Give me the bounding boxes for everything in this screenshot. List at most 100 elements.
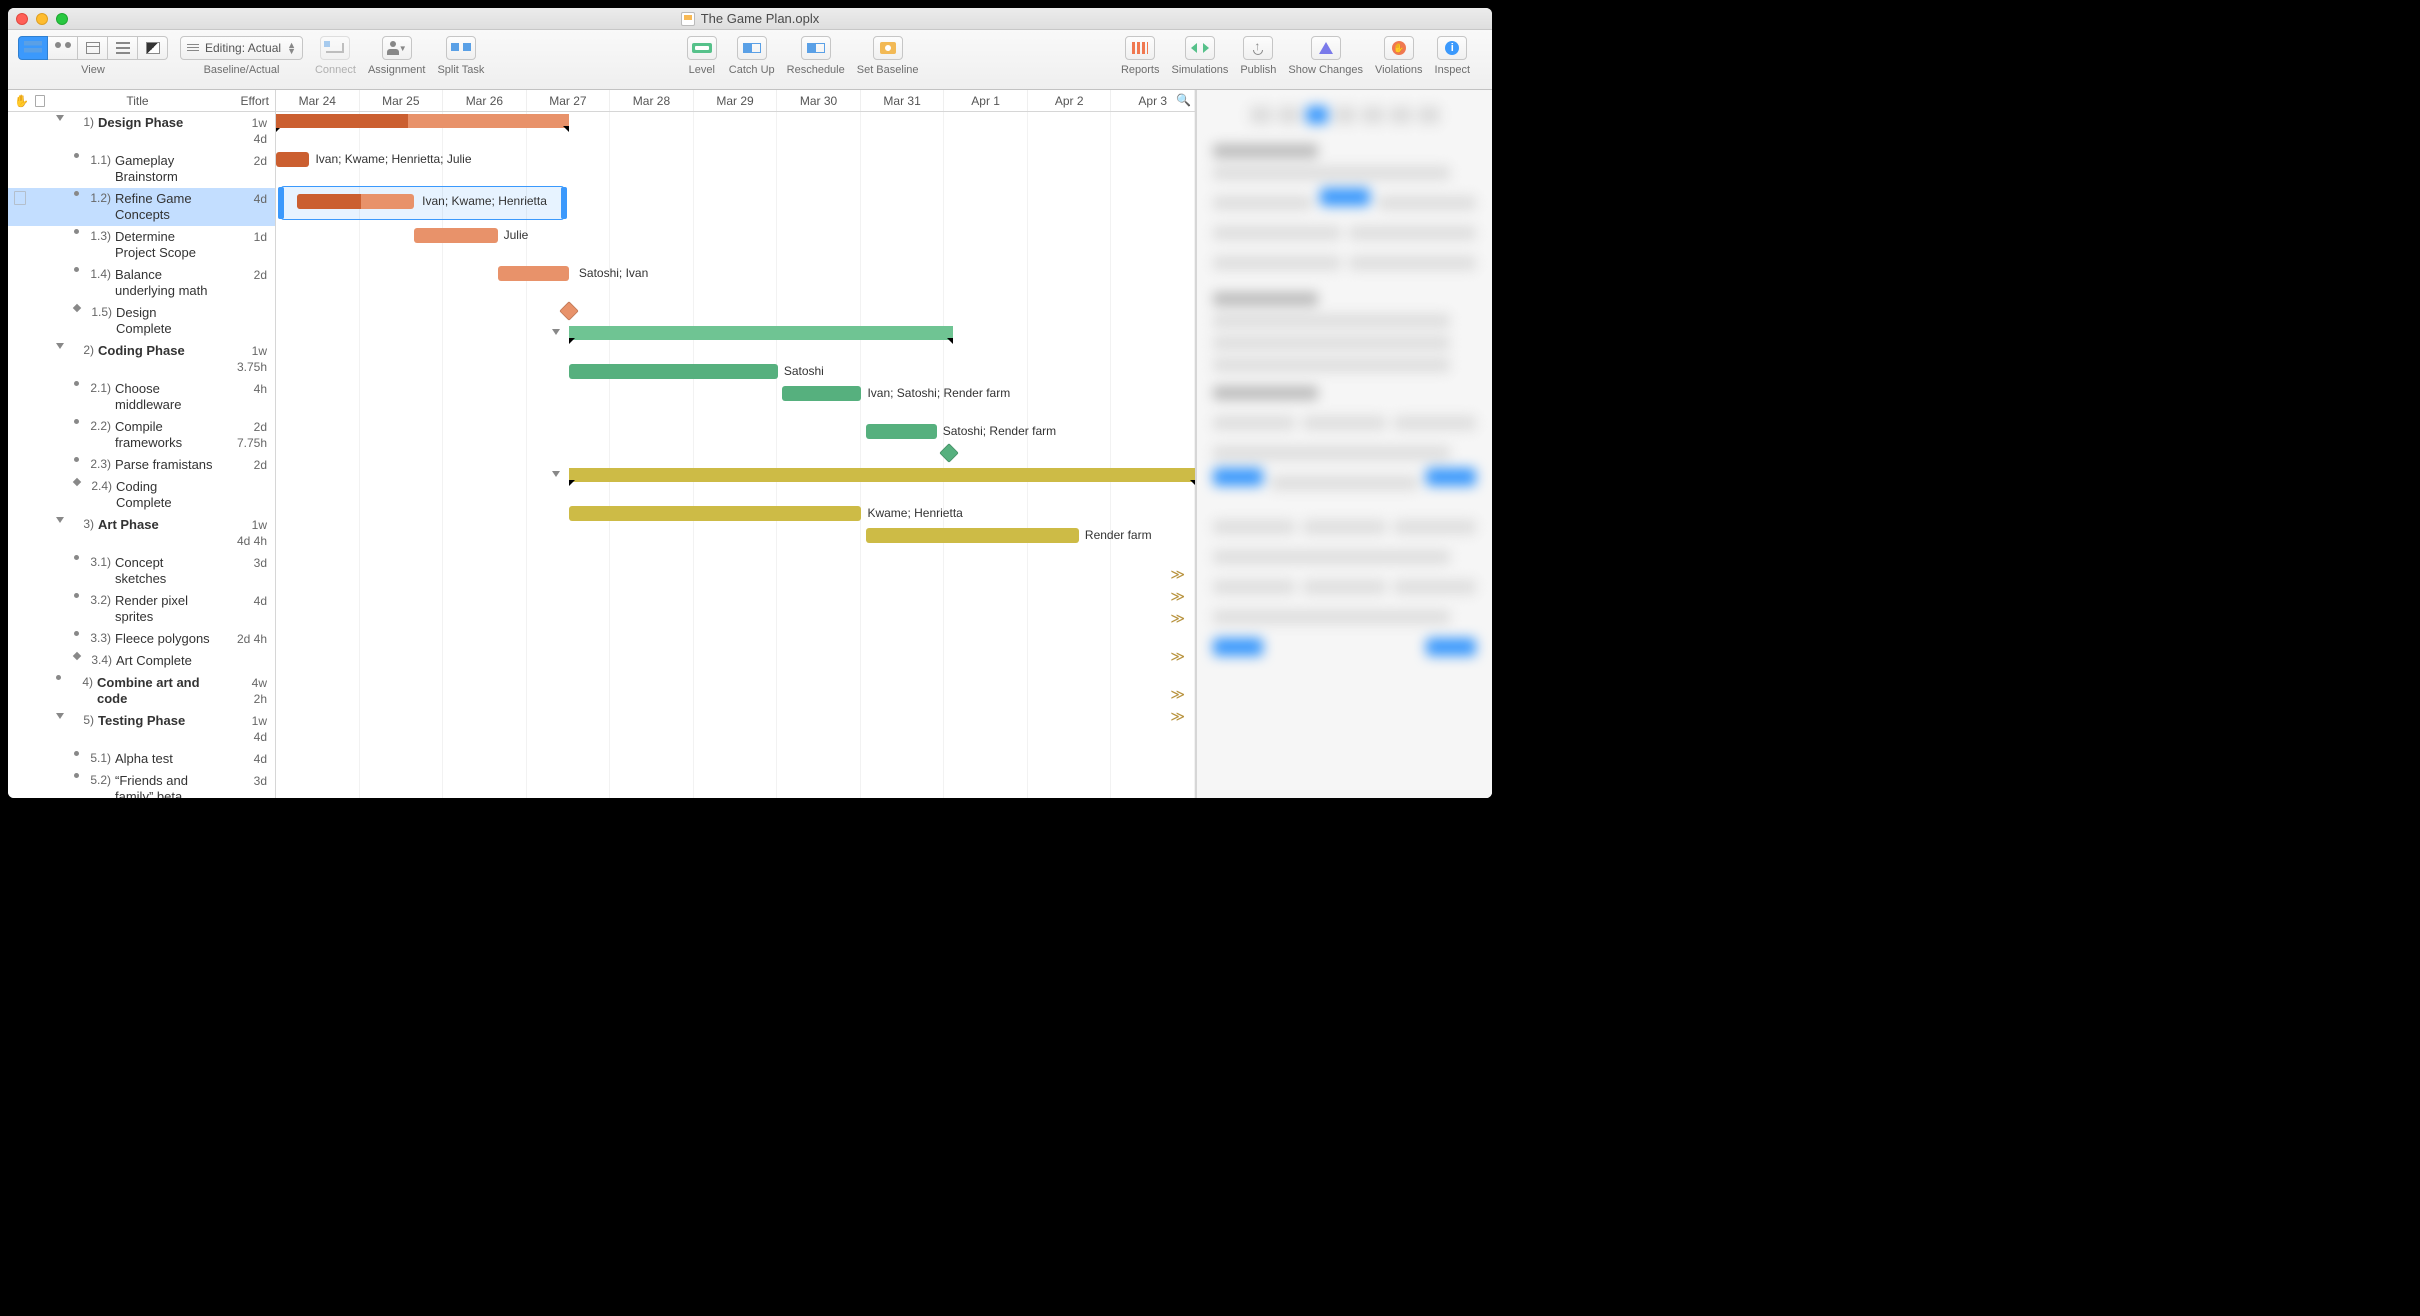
outline-row-r5_1[interactable]: 5.1)Alpha test4d (8, 748, 275, 770)
milestone-bullet-icon (73, 478, 81, 486)
people-icon (55, 42, 71, 54)
inspect-button[interactable] (1437, 36, 1467, 60)
date-column[interactable]: Apr 2 (1028, 90, 1112, 111)
gantt-body[interactable]: Ivan; Kwame; Henrietta; JulieIvan; Kwame… (276, 112, 1195, 798)
row-number: 2) (66, 343, 98, 357)
task-bullet-icon (74, 153, 79, 158)
gantt-bar[interactable] (297, 194, 414, 209)
task-bullet-icon (74, 191, 79, 196)
milestone-bullet-icon (73, 304, 81, 312)
offscreen-indicator-icon[interactable]: ≫ (1170, 708, 1185, 725)
gantt-bar[interactable] (866, 424, 937, 439)
outline-row-r1_2[interactable]: 1.2)Refine Game Concepts4d (8, 188, 275, 226)
connect-button[interactable] (320, 36, 350, 60)
title-column-header[interactable]: Title (60, 94, 215, 108)
outline-row-r3_4[interactable]: 3.4)Art Complete (8, 650, 275, 672)
date-column[interactable]: Mar 31 (861, 90, 945, 111)
split-group: Split Task (437, 36, 484, 76)
effort-column-header[interactable]: Effort (215, 94, 275, 108)
assignment-button[interactable]: ▼ (382, 36, 412, 60)
outline-row-r1[interactable]: 1)Design Phase1w 4d (8, 112, 275, 150)
gantt-bar[interactable] (276, 152, 309, 167)
gantt-bar[interactable] (569, 506, 862, 521)
group-collapse-icon[interactable] (552, 329, 560, 335)
resize-handle-right[interactable] (561, 187, 567, 219)
view-gantt-button[interactable] (18, 36, 48, 60)
date-column[interactable]: Mar 28 (610, 90, 694, 111)
inspector-panel[interactable] (1196, 90, 1492, 798)
gantt-bar[interactable] (866, 528, 1079, 543)
outline-row-r2_1[interactable]: 2.1)Choose middleware4h (8, 378, 275, 416)
offscreen-indicator-icon[interactable]: ≫ (1170, 610, 1185, 627)
setbaseline-button[interactable] (873, 36, 903, 60)
changes-icon (1319, 42, 1333, 54)
outline-row-r1_4[interactable]: 1.4)Balance underlying math2d (8, 264, 275, 302)
gantt-chart[interactable]: Mar 24Mar 25Mar 26Mar 27Mar 28Mar 29Mar … (276, 90, 1196, 798)
publish-button[interactable] (1243, 36, 1273, 60)
offscreen-indicator-icon[interactable]: ≫ (1170, 566, 1185, 583)
catchup-button[interactable] (737, 36, 767, 60)
row-title: Choose middleware (115, 381, 219, 413)
outline-row-r2_3[interactable]: 2.3)Parse framistans2d (8, 454, 275, 476)
date-column[interactable]: Mar 25 (360, 90, 444, 111)
disclosure-triangle-icon[interactable] (56, 343, 64, 349)
date-column[interactable]: Mar 29 (694, 90, 778, 111)
reports-button[interactable] (1125, 36, 1155, 60)
outline-row-r5[interactable]: 5)Testing Phase1w 4d (8, 710, 275, 748)
date-column[interactable]: Mar 30 (777, 90, 861, 111)
gantt-bar[interactable] (782, 386, 861, 401)
offscreen-indicator-icon[interactable]: ≫ (1170, 648, 1185, 665)
level-button[interactable] (687, 36, 717, 60)
row-title: Parse framistans (115, 457, 219, 473)
outline-row-r3[interactable]: 3)Art Phase1w 4d 4h (8, 514, 275, 552)
disclosure-triangle-icon[interactable] (56, 517, 64, 523)
offscreen-indicator-icon[interactable]: ≫ (1170, 588, 1185, 605)
resize-handle-left[interactable] (278, 187, 284, 219)
gantt-bar[interactable] (569, 364, 778, 379)
outline-row-r4[interactable]: 4)Combine art and code4w 2h (8, 672, 275, 710)
outline-row-r3_1[interactable]: 3.1)Concept sketches3d (8, 552, 275, 590)
gantt-bar[interactable] (414, 228, 498, 243)
summary-bar[interactable] (569, 468, 1196, 482)
view-resource-button[interactable] (48, 36, 78, 60)
note-icon[interactable] (14, 191, 26, 205)
split-button[interactable] (446, 36, 476, 60)
outline-row-r2[interactable]: 2)Coding Phase1w 3.75h (8, 340, 275, 378)
date-column[interactable]: Mar 27 (527, 90, 611, 111)
outline-row-r1_3[interactable]: 1.3)Determine Project Scope1d (8, 226, 275, 264)
row-effort: 2d 4h (219, 631, 271, 647)
gantt-bar[interactable] (498, 266, 569, 281)
reschedule-button[interactable] (801, 36, 831, 60)
outline-row-r2_2[interactable]: 2.2)Compile frameworks2d 7.75h (8, 416, 275, 454)
magnifier-icon[interactable]: 🔍 (1176, 93, 1191, 107)
note-column-icon[interactable] (35, 95, 45, 107)
hand-icon[interactable]: ✋ (14, 94, 29, 108)
task-outline[interactable]: ✋ Title Effort 1)Design Phase1w 4d1.1)Ga… (8, 90, 276, 798)
outline-row-r1_5[interactable]: 1.5)Design Complete (8, 302, 275, 340)
simulations-button[interactable] (1185, 36, 1215, 60)
group-collapse-icon[interactable] (552, 471, 560, 477)
camera-icon (880, 42, 896, 54)
setbaseline-group: Set Baseline (857, 36, 919, 76)
baseline-popup[interactable]: Editing: Actual ▲▼ (180, 36, 303, 60)
violations-button[interactable] (1384, 36, 1414, 60)
offscreen-indicator-icon[interactable]: ≫ (1170, 686, 1185, 703)
timeline-header[interactable]: Mar 24Mar 25Mar 26Mar 27Mar 28Mar 29Mar … (276, 90, 1195, 112)
summary-bar[interactable] (276, 114, 569, 128)
outline-row-r1_1[interactable]: 1.1)Gameplay Brainstorm2d (8, 150, 275, 188)
summary-bar[interactable] (569, 326, 954, 340)
date-column[interactable]: Mar 26 (443, 90, 527, 111)
view-network-button[interactable] (108, 36, 138, 60)
outline-row-r2_4[interactable]: 2.4)Coding Complete (8, 476, 275, 514)
disclosure-triangle-icon[interactable] (56, 713, 64, 719)
showchanges-button[interactable] (1311, 36, 1341, 60)
disclosure-triangle-icon[interactable] (56, 115, 64, 121)
date-column[interactable]: Mar 24 (276, 90, 360, 111)
titlebar[interactable]: The Game Plan.oplx (8, 8, 1492, 30)
outline-row-r3_3[interactable]: 3.3)Fleece polygons2d 4h (8, 628, 275, 650)
outline-row-r3_2[interactable]: 3.2)Render pixel sprites4d (8, 590, 275, 628)
outline-row-r5_2[interactable]: 5.2)“Friends and family” beta3d (8, 770, 275, 798)
view-calendar-button[interactable] (78, 36, 108, 60)
date-column[interactable]: Apr 1 (944, 90, 1028, 111)
view-styles-button[interactable] (138, 36, 168, 60)
